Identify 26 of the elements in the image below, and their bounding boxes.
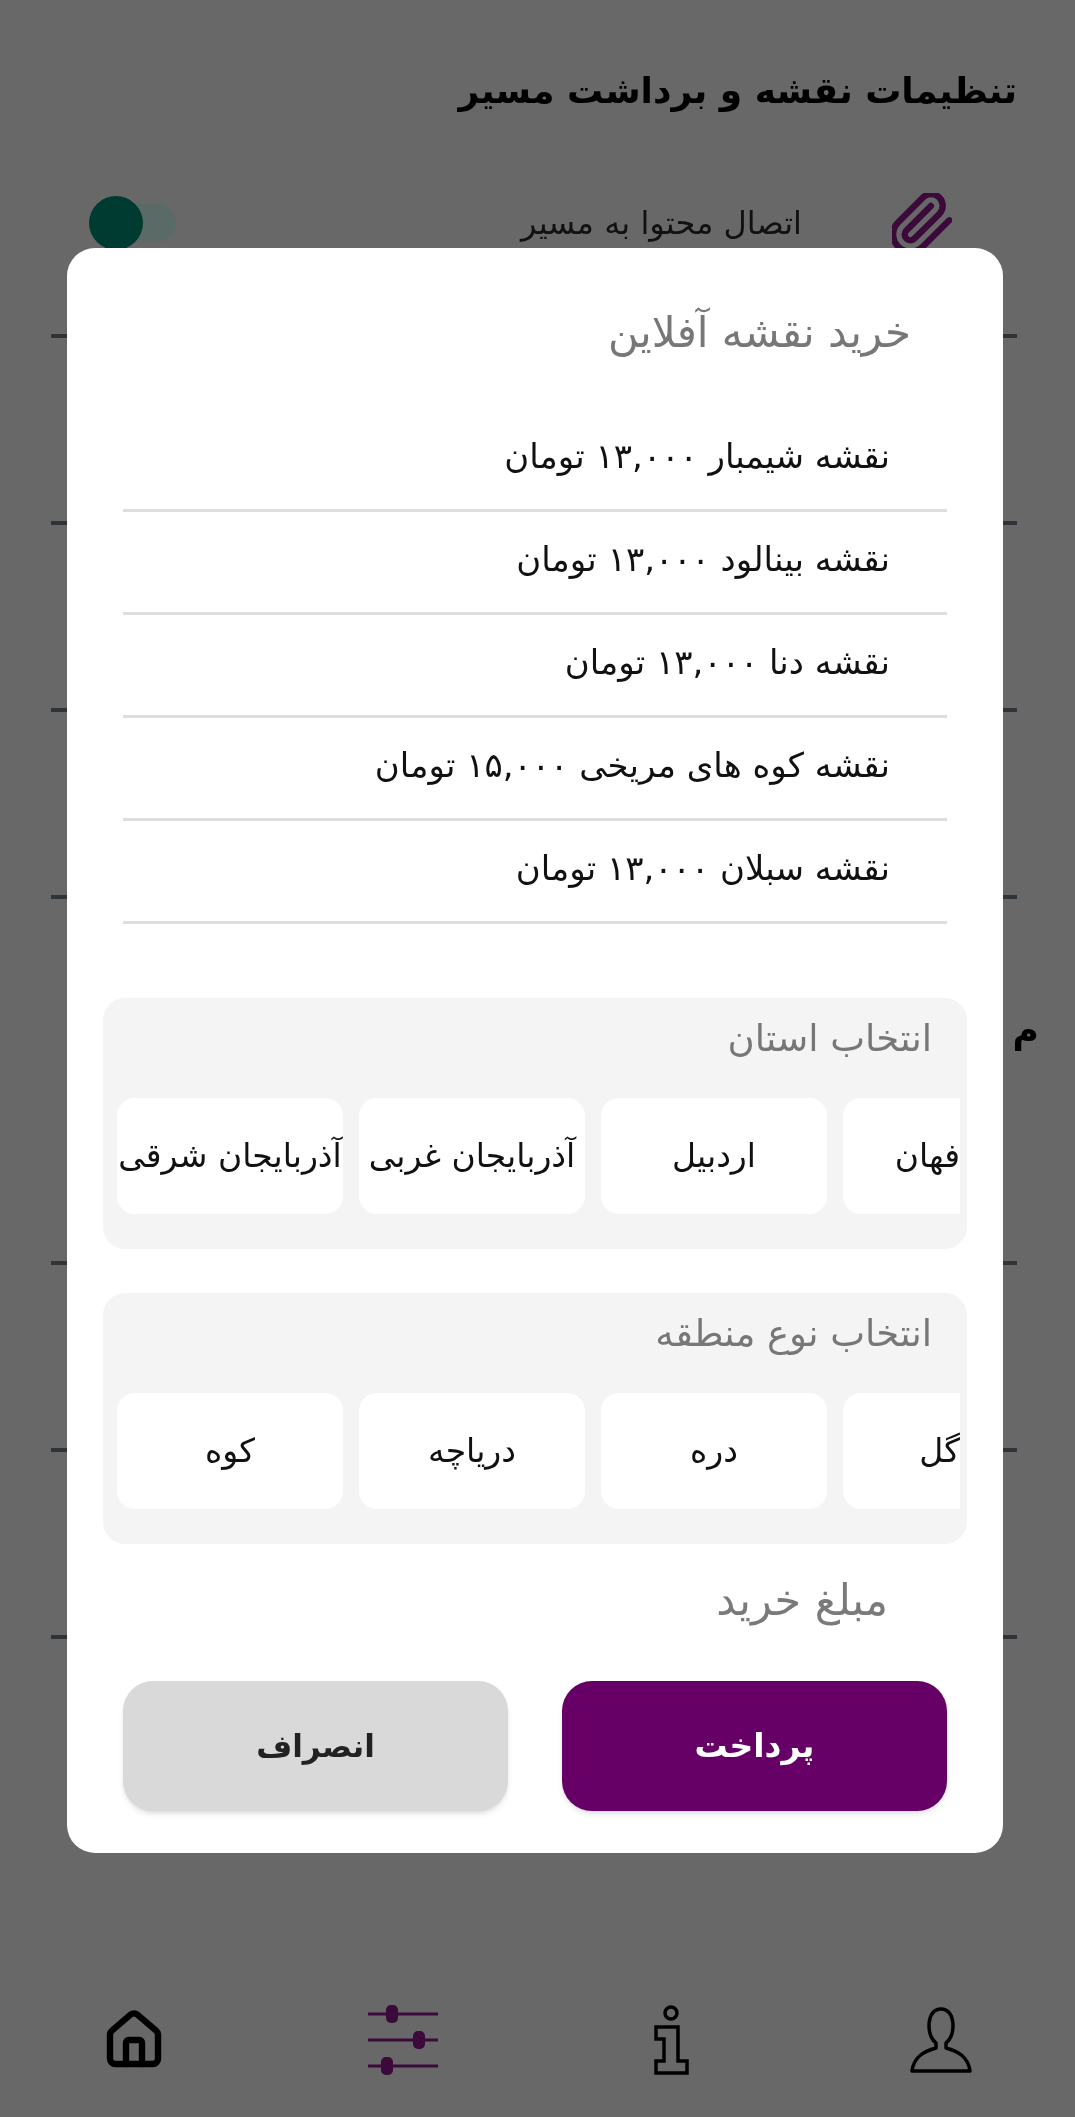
map-list-item[interactable]: نقشه سبلان ۱۳,۰۰۰ تومان xyxy=(123,821,947,924)
map-list-item[interactable]: نقشه دنا ۱۳,۰۰۰ تومان xyxy=(123,615,947,718)
option-chip[interactable]: دریاچه xyxy=(359,1393,585,1509)
option-chip[interactable]: فهان xyxy=(843,1098,960,1214)
map-list-item[interactable]: نقشه کوه های مریخی ۱۵,۰۰۰ تومان xyxy=(123,718,947,821)
picker-title: انتخاب نوع منطقه xyxy=(655,1311,932,1357)
option-chip[interactable]: گل xyxy=(843,1393,960,1509)
picker-title: انتخاب استان xyxy=(727,1016,932,1062)
page-title: تنظیمات نقشه و برداشت مسیر xyxy=(458,69,1017,113)
cancel-button[interactable]: انصراف xyxy=(123,1681,508,1811)
section-title: م xyxy=(1012,1008,1039,1052)
person-icon xyxy=(909,2007,972,2073)
map-list-item[interactable]: نقشه شیمبار ۱۳,۰۰۰ تومان xyxy=(123,409,947,512)
pay-button[interactable]: پرداخت xyxy=(562,1681,947,1811)
dialog-title: خرید نقشه آفلاین xyxy=(608,308,911,358)
price-label: مبلغ خرید xyxy=(716,1574,888,1626)
map-list-item[interactable]: نقشه بینالود ۱۳,۰۰۰ تومان xyxy=(123,512,947,615)
toggle-switch[interactable] xyxy=(89,195,176,250)
setting-label: اتصال محتوا به مسیر xyxy=(521,202,802,243)
info-icon xyxy=(653,2005,690,2075)
option-chip[interactable]: اردبیل xyxy=(601,1098,827,1214)
sliders-icon xyxy=(368,2005,439,2075)
option-chip[interactable]: آذربایجان شرقی xyxy=(117,1098,343,1214)
option-chip[interactable]: دره xyxy=(601,1393,827,1509)
option-chip[interactable]: آذربایجان غربی xyxy=(359,1098,585,1214)
option-chip[interactable]: کوه xyxy=(117,1393,343,1509)
